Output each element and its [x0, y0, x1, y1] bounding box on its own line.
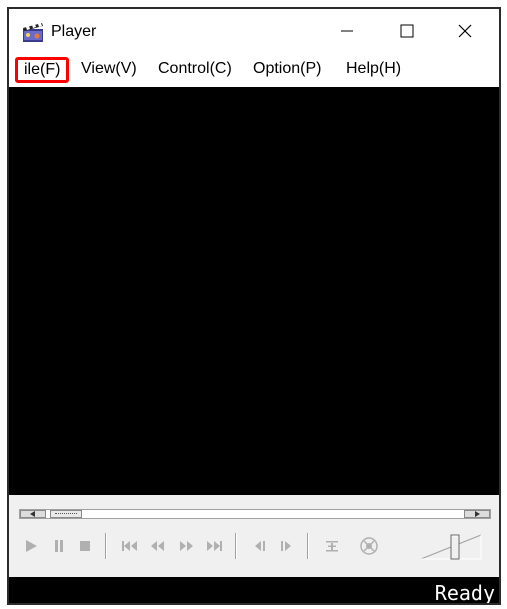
- separator: [235, 533, 237, 559]
- seek-left-arrow[interactable]: [20, 510, 46, 518]
- step-forward-button[interactable]: [275, 535, 297, 557]
- close-button[interactable]: [437, 9, 493, 53]
- rewind-icon: [151, 541, 164, 551]
- status-bar: Ready: [9, 577, 499, 605]
- status-text: Ready: [434, 581, 495, 605]
- skip-back-button[interactable]: [119, 535, 141, 557]
- play-button[interactable]: [21, 535, 41, 557]
- seek-bar[interactable]: [9, 495, 499, 521]
- maximize-icon: [400, 24, 414, 38]
- minimize-button[interactable]: [319, 9, 375, 53]
- menu-option[interactable]: Option(P): [253, 60, 321, 78]
- minimize-icon: [341, 30, 353, 32]
- clapperboard-icon: [23, 23, 43, 42]
- window-title: Player: [51, 23, 97, 40]
- separator: [307, 533, 309, 559]
- menu-help[interactable]: Help(H): [346, 60, 401, 78]
- seek-right-arrow[interactable]: [464, 510, 490, 518]
- volume-slider[interactable]: [417, 529, 485, 563]
- playback-toolbar: [9, 521, 499, 577]
- maximize-button[interactable]: [379, 9, 435, 53]
- playlist-icon: [326, 541, 338, 552]
- seek-thumb[interactable]: [50, 510, 82, 518]
- separator: [105, 533, 107, 559]
- shuffle-button[interactable]: [357, 535, 381, 557]
- menu-bar: ile(F) View(V) Control(C) Option(P) Help…: [9, 57, 499, 83]
- skip-back-icon: [122, 541, 137, 551]
- playlist-button[interactable]: [321, 535, 343, 557]
- rewind-button[interactable]: [147, 535, 169, 557]
- play-icon: [26, 540, 37, 552]
- player-window: Player ile(F) View(V) Control(C) Option(…: [7, 7, 501, 605]
- step-back-icon: [255, 541, 265, 551]
- step-back-button[interactable]: [249, 535, 271, 557]
- pause-button[interactable]: [49, 535, 69, 557]
- video-display[interactable]: [9, 87, 499, 495]
- menu-view[interactable]: View(V): [81, 60, 137, 78]
- stop-button[interactable]: [75, 535, 95, 557]
- arrow-right-icon: [475, 511, 480, 517]
- pause-icon: [55, 540, 63, 552]
- arrow-left-icon: [30, 511, 35, 517]
- fast-forward-icon: [180, 541, 193, 551]
- shuffle-icon: [360, 537, 378, 555]
- close-icon: [458, 24, 472, 38]
- fast-forward-button[interactable]: [175, 535, 197, 557]
- menu-control[interactable]: Control(C): [158, 60, 232, 78]
- skip-forward-button[interactable]: [203, 535, 225, 557]
- seek-track[interactable]: [19, 509, 491, 519]
- skip-forward-icon: [207, 541, 222, 551]
- step-forward-icon: [281, 541, 291, 551]
- menu-file[interactable]: ile(F): [15, 57, 69, 83]
- title-bar[interactable]: Player: [9, 9, 499, 53]
- stop-icon: [80, 541, 90, 551]
